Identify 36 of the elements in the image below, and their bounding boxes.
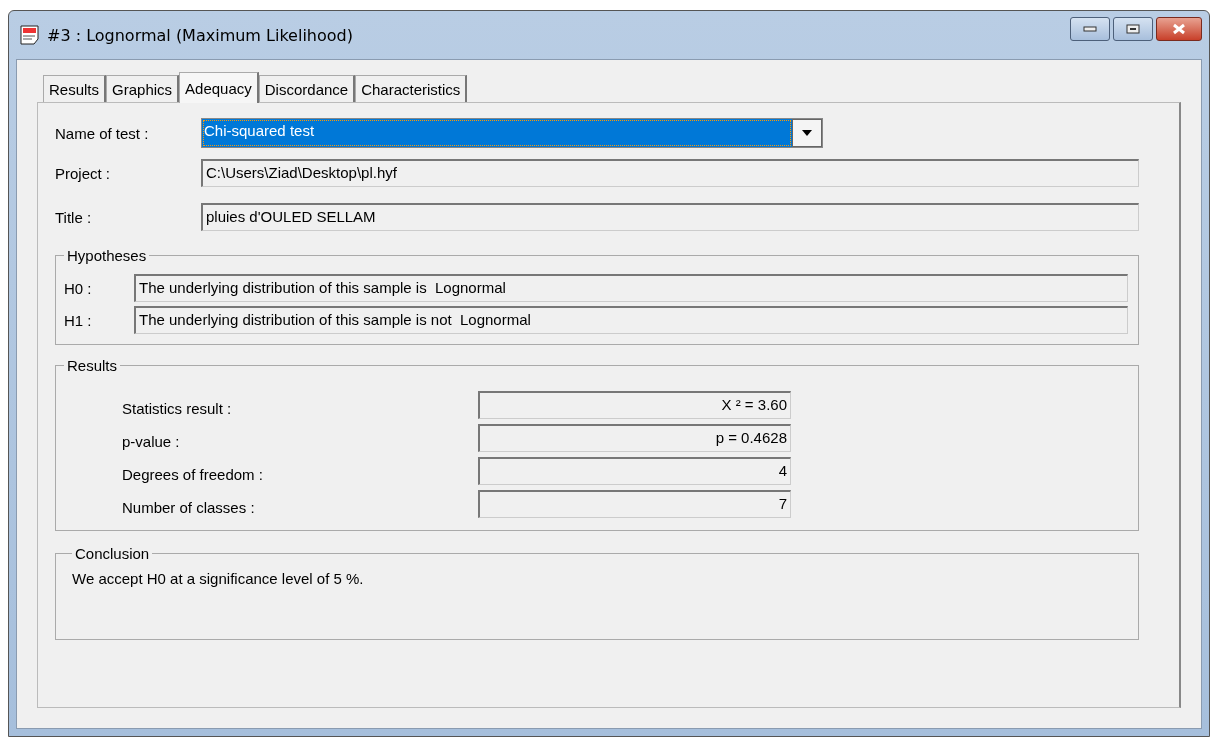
maximize-icon	[1126, 24, 1140, 34]
text-field[interactable]: C:\Users\Ziad\Desktop\pl.hyf	[201, 159, 1139, 187]
tab[interactable]: Characteristics	[355, 75, 468, 102]
field-label: H0 :	[64, 279, 93, 297]
group-title: Conclusion	[74, 545, 151, 562]
value-field[interactable]: 7	[478, 490, 791, 518]
tab[interactable]: Results	[43, 75, 107, 102]
field-label: p-value :	[121, 431, 181, 450]
tab[interactable]: Graphics	[106, 75, 180, 102]
dropdown-arrow-icon	[802, 130, 812, 136]
field-label: Number of classes :	[121, 497, 256, 516]
document-icon	[19, 25, 41, 45]
value-field[interactable]: X ² = 3.60	[478, 391, 791, 419]
text-field[interactable]: pluies d'OULED SELLAM	[201, 203, 1139, 231]
field-label: Project :	[55, 164, 112, 182]
field-label: Degrees of freedom :	[121, 464, 264, 483]
conclusion-text: We accept H0 at a significance level of 5 %.	[72, 570, 365, 587]
field-label: Statistics result :	[121, 398, 233, 417]
minimize-icon	[1083, 26, 1097, 32]
maximize-button[interactable]	[1113, 17, 1153, 41]
field-label: Name of test :	[55, 124, 150, 142]
text-field[interactable]: The underlying distribution of this sample is Lognormal	[134, 274, 1128, 302]
test-dropdown[interactable]: Chi-squared test	[201, 118, 823, 148]
close-icon	[1171, 23, 1187, 35]
window-title: #3 : Lognormal (Maximum Likelihood)	[47, 25, 353, 45]
value-field[interactable]: 4	[478, 457, 791, 485]
tab[interactable]: Adequacy	[179, 72, 259, 103]
tab[interactable]: Discordance	[258, 75, 356, 102]
field-label: Title :	[55, 208, 93, 226]
value-field[interactable]: p = 0.4628	[478, 424, 791, 452]
group-title: Results	[66, 357, 119, 374]
close-button[interactable]	[1156, 17, 1202, 41]
group-title: Hypotheses	[66, 247, 148, 264]
minimize-button[interactable]	[1070, 17, 1110, 41]
text-field[interactable]: The underlying distribution of this sample is not Lognormal	[134, 306, 1128, 334]
field-label: H1 :	[64, 311, 93, 329]
